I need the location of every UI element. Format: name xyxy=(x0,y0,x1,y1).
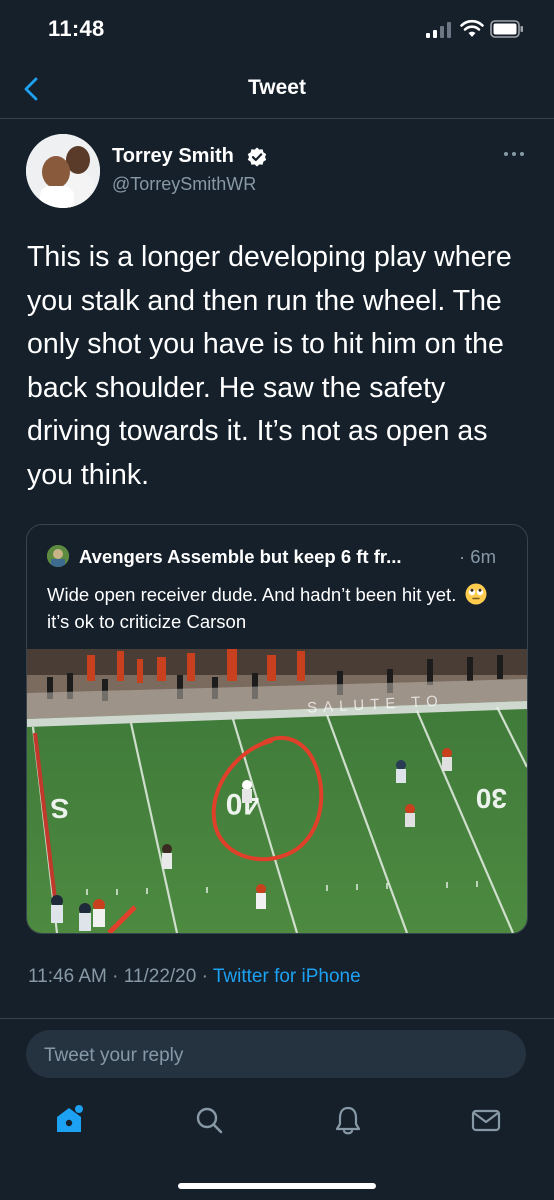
quote-media-football-field-image[interactable]: 40 30 S SALUTE TO xyxy=(27,649,527,933)
notifications-bell-icon[interactable] xyxy=(332,1104,364,1136)
tweet-text: This is a longer developing play where y… xyxy=(27,241,512,491)
author-handle[interactable]: @TorreySmithWR xyxy=(112,174,256,195)
quote-author-name: Avengers Assemble but keep 6 ft fr... xyxy=(79,546,402,567)
verified-badge-icon xyxy=(247,147,267,167)
wifi-icon xyxy=(460,19,484,37)
tweet-timestamp: 11:46 AM · 11/22/20 · xyxy=(28,966,213,987)
yard-marker-30: 30 xyxy=(476,783,507,814)
author-avatar[interactable] xyxy=(26,134,100,208)
meta-divider xyxy=(0,1018,554,1019)
home-icon[interactable] xyxy=(53,1104,85,1136)
tweet-meta: 11:46 AM · 11/22/20 · Twitter for iPhone xyxy=(28,966,361,988)
reply-placeholder: Tweet your reply xyxy=(44,1045,184,1066)
author-name[interactable]: Torrey Smith xyxy=(112,145,234,168)
more-icon[interactable] xyxy=(503,150,525,158)
quote-text: Wide open receiver dude. And hadn’t been… xyxy=(47,581,507,635)
header-divider xyxy=(0,118,554,119)
quote-author-avatar xyxy=(47,545,69,567)
battery-icon xyxy=(490,20,523,38)
search-icon[interactable] xyxy=(193,1104,225,1136)
home-indicator xyxy=(178,1183,376,1189)
status-time: 11:48 xyxy=(48,16,105,41)
messages-envelope-icon[interactable] xyxy=(470,1104,502,1136)
quote-timestamp: · 6m xyxy=(459,546,496,567)
tweet-source-link[interactable]: Twitter for iPhone xyxy=(213,966,361,987)
quote-text-after: it’s ok to criticize Carson xyxy=(47,611,247,632)
quote-tweet-card[interactable]: Avengers Assemble but keep 6 ft fr... · … xyxy=(26,524,528,934)
page-title: Tweet xyxy=(248,76,306,99)
eye-roll-emoji-icon xyxy=(465,583,487,605)
yard-marker-s: S xyxy=(50,793,69,824)
cellular-signal-icon xyxy=(426,22,451,38)
quote-text-before: Wide open receiver dude. And hadn’t been… xyxy=(47,584,457,605)
